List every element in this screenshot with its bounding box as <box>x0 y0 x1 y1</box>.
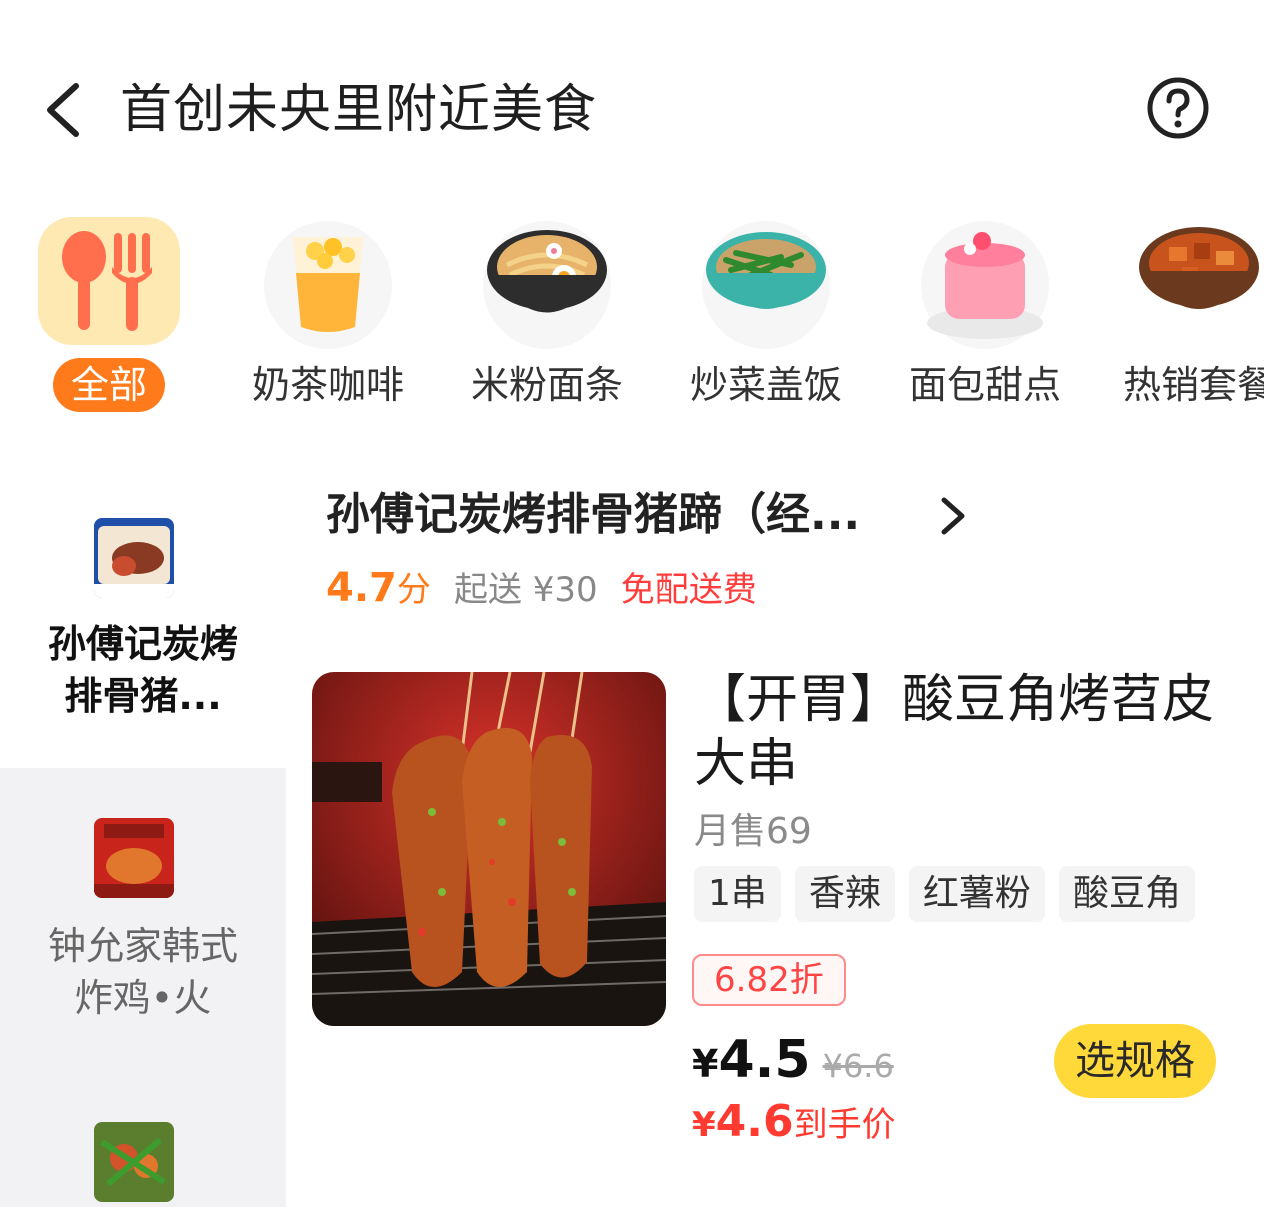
milk-tea-icon <box>253 215 403 350</box>
category-milk-tea[interactable]: 奶茶咖啡 <box>223 215 433 425</box>
category-label: 全部 <box>52 358 166 412</box>
product-title: 【开胃】酸豆角烤苕皮大串 <box>694 670 1215 794</box>
page: 首创未央里附近美食 全部 奶茶咖啡 米粉面条 炒菜盖饭 面包甜点 热销套餐 孙傅… <box>0 0 1264 1207</box>
store-thumbnail <box>94 518 174 598</box>
product-tags: 1串 香辣 红薯粉 酸豆角 <box>694 866 1195 922</box>
sidebar-item-label: 孙傅记炭烤 排骨猪... <box>47 622 238 718</box>
category-label: 热销套餐 <box>1123 363 1264 407</box>
store-thumbnail <box>94 818 174 898</box>
product-tag: 酸豆角 <box>1058 866 1195 922</box>
utensils-icon <box>34 215 184 350</box>
min-order: 起送 ¥30 <box>453 570 598 610</box>
delivery-fee: 免配送费 <box>620 570 757 610</box>
chevron-right-icon <box>941 497 965 535</box>
final-price: 4.6 <box>715 1096 794 1147</box>
noodle-bowl-icon <box>472 215 622 350</box>
category-label: 米粉面条 <box>470 363 623 407</box>
sidebar-item-store-1[interactable]: 孙傅记炭烤 排骨猪... <box>0 500 286 768</box>
store-thumbnail <box>94 1122 174 1202</box>
store-rating-unit: 分 <box>396 570 431 610</box>
category-dessert[interactable]: 面包甜点 <box>880 215 1090 425</box>
category-label: 奶茶咖啡 <box>251 363 404 407</box>
original-price: ¥6.6 <box>822 1047 894 1085</box>
product-tag: 香辣 <box>794 866 895 922</box>
final-price-row: ¥4.6到手价 <box>692 1096 896 1147</box>
product-tag: 1串 <box>694 866 781 922</box>
sidebar-item-store-3[interactable] <box>0 1104 286 1207</box>
cake-icon <box>910 215 1060 350</box>
category-combo[interactable]: 热销套餐 <box>1099 215 1264 425</box>
category-noodles[interactable]: 米粉面条 <box>442 215 652 425</box>
chevron-left-icon <box>47 83 79 137</box>
monthly-sales: 月售69 <box>694 811 812 852</box>
product-tag: 红薯粉 <box>908 866 1045 922</box>
price-row: ¥4.5 ¥6.6 <box>692 1030 894 1090</box>
currency-symbol: ¥ <box>692 1105 716 1145</box>
help-button[interactable] <box>1146 76 1210 140</box>
final-price-label: 到手价 <box>793 1105 896 1145</box>
page-title: 首创未央里附近美食 <box>120 80 598 140</box>
category-all[interactable]: 全部 <box>4 215 214 425</box>
product-image[interactable] <box>312 672 666 1026</box>
store-link[interactable] <box>936 494 970 538</box>
combo-bowl-icon <box>1124 215 1264 350</box>
category-label: 面包甜点 <box>908 363 1061 407</box>
sidebar-item-store-2[interactable]: 钟允家韩式 炸鸡•火 <box>0 800 286 1040</box>
store-meta: 4.7分 起送 ¥30 免配送费 <box>326 562 757 612</box>
discount-badge: 6.82折 <box>692 954 846 1006</box>
back-button[interactable] <box>40 78 90 142</box>
current-price: 4.5 <box>718 1030 811 1090</box>
category-label: 炒菜盖饭 <box>689 363 842 407</box>
store-name[interactable]: 孙傅记炭烤排骨猪蹄（经... <box>326 486 860 544</box>
help-icon <box>1147 77 1209 139</box>
store-rating: 4.7 <box>326 565 397 611</box>
currency-symbol: ¥ <box>692 1042 719 1086</box>
category-stir-fry[interactable]: 炒菜盖饭 <box>661 215 871 425</box>
sidebar-item-label: 钟允家韩式 炸鸡•火 <box>47 924 238 1020</box>
stir-fry-bowl-icon <box>691 215 841 350</box>
select-spec-button[interactable]: 选规格 <box>1054 1024 1216 1098</box>
